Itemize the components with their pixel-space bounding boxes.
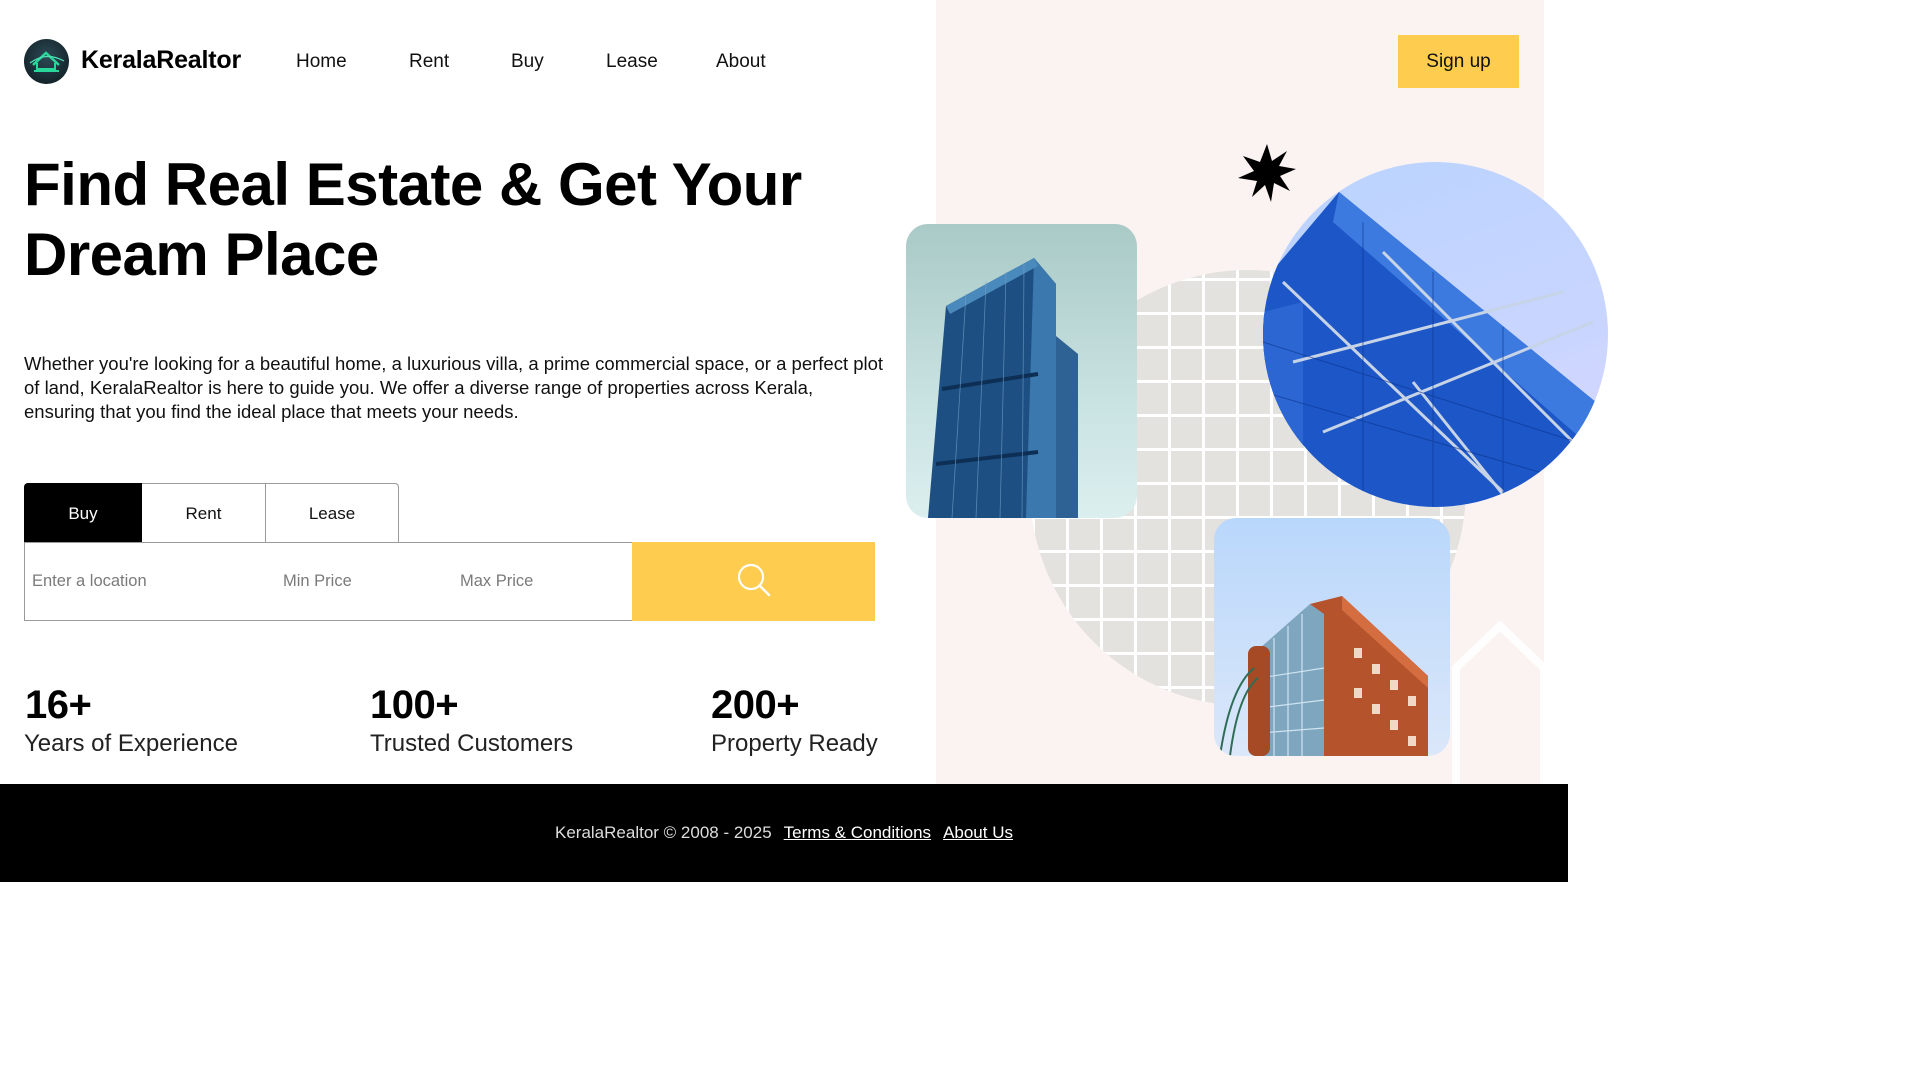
starburst-icon — [1238, 144, 1296, 202]
tab-buy[interactable]: Buy — [24, 483, 142, 543]
about-us-link[interactable]: About Us — [943, 823, 1013, 843]
search-icon — [737, 563, 771, 597]
search-tabs: Buy Rent Lease — [24, 483, 399, 543]
stat-label-customers: Trusted Customers — [370, 730, 574, 757]
nav-about[interactable]: About — [716, 51, 766, 73]
terms-link[interactable]: Terms & Conditions — [784, 823, 931, 843]
search-bar — [24, 542, 875, 621]
glass-building-image — [1263, 162, 1608, 507]
house-logo-icon[interactable] — [24, 39, 69, 84]
stat-label-experience: Years of Experience — [24, 730, 238, 757]
hero-title-line-2: Dream Place — [24, 221, 379, 288]
stat-value-experience: 16+ — [25, 683, 92, 727]
location-input[interactable] — [32, 543, 272, 620]
nav-home[interactable]: Home — [296, 51, 347, 73]
tab-rent[interactable]: Rent — [142, 483, 266, 543]
brick-building-image — [1214, 518, 1450, 756]
nav-buy[interactable]: Buy — [511, 51, 544, 73]
max-price-input[interactable] — [460, 543, 630, 620]
nav-rent[interactable]: Rent — [409, 51, 449, 73]
footer: KeralaRealtor © 2008 - 2025 Terms & Cond… — [0, 784, 1568, 882]
skyscraper-image — [906, 224, 1137, 518]
brand-name[interactable]: KeralaRealtor — [81, 46, 241, 75]
house-outline-decoration — [1452, 620, 1548, 784]
stat-label-properties: Property Ready — [711, 730, 878, 757]
footer-copyright: KeralaRealtor © 2008 - 2025 — [555, 823, 772, 842]
search-button[interactable] — [632, 542, 875, 621]
nav-lease[interactable]: Lease — [606, 51, 658, 73]
tab-lease[interactable]: Lease — [266, 483, 399, 543]
stat-value-customers: 100+ — [370, 683, 459, 727]
hero-title: Find Real Estate & Get Your Dream Place — [24, 150, 884, 290]
min-price-input[interactable] — [283, 543, 443, 620]
stat-value-properties: 200+ — [711, 683, 800, 727]
signup-button[interactable]: Sign up — [1398, 35, 1519, 88]
hero-description: Whether you're looking for a beautiful h… — [24, 353, 884, 422]
hero-title-line-1: Find Real Estate & Get Your — [24, 151, 802, 218]
